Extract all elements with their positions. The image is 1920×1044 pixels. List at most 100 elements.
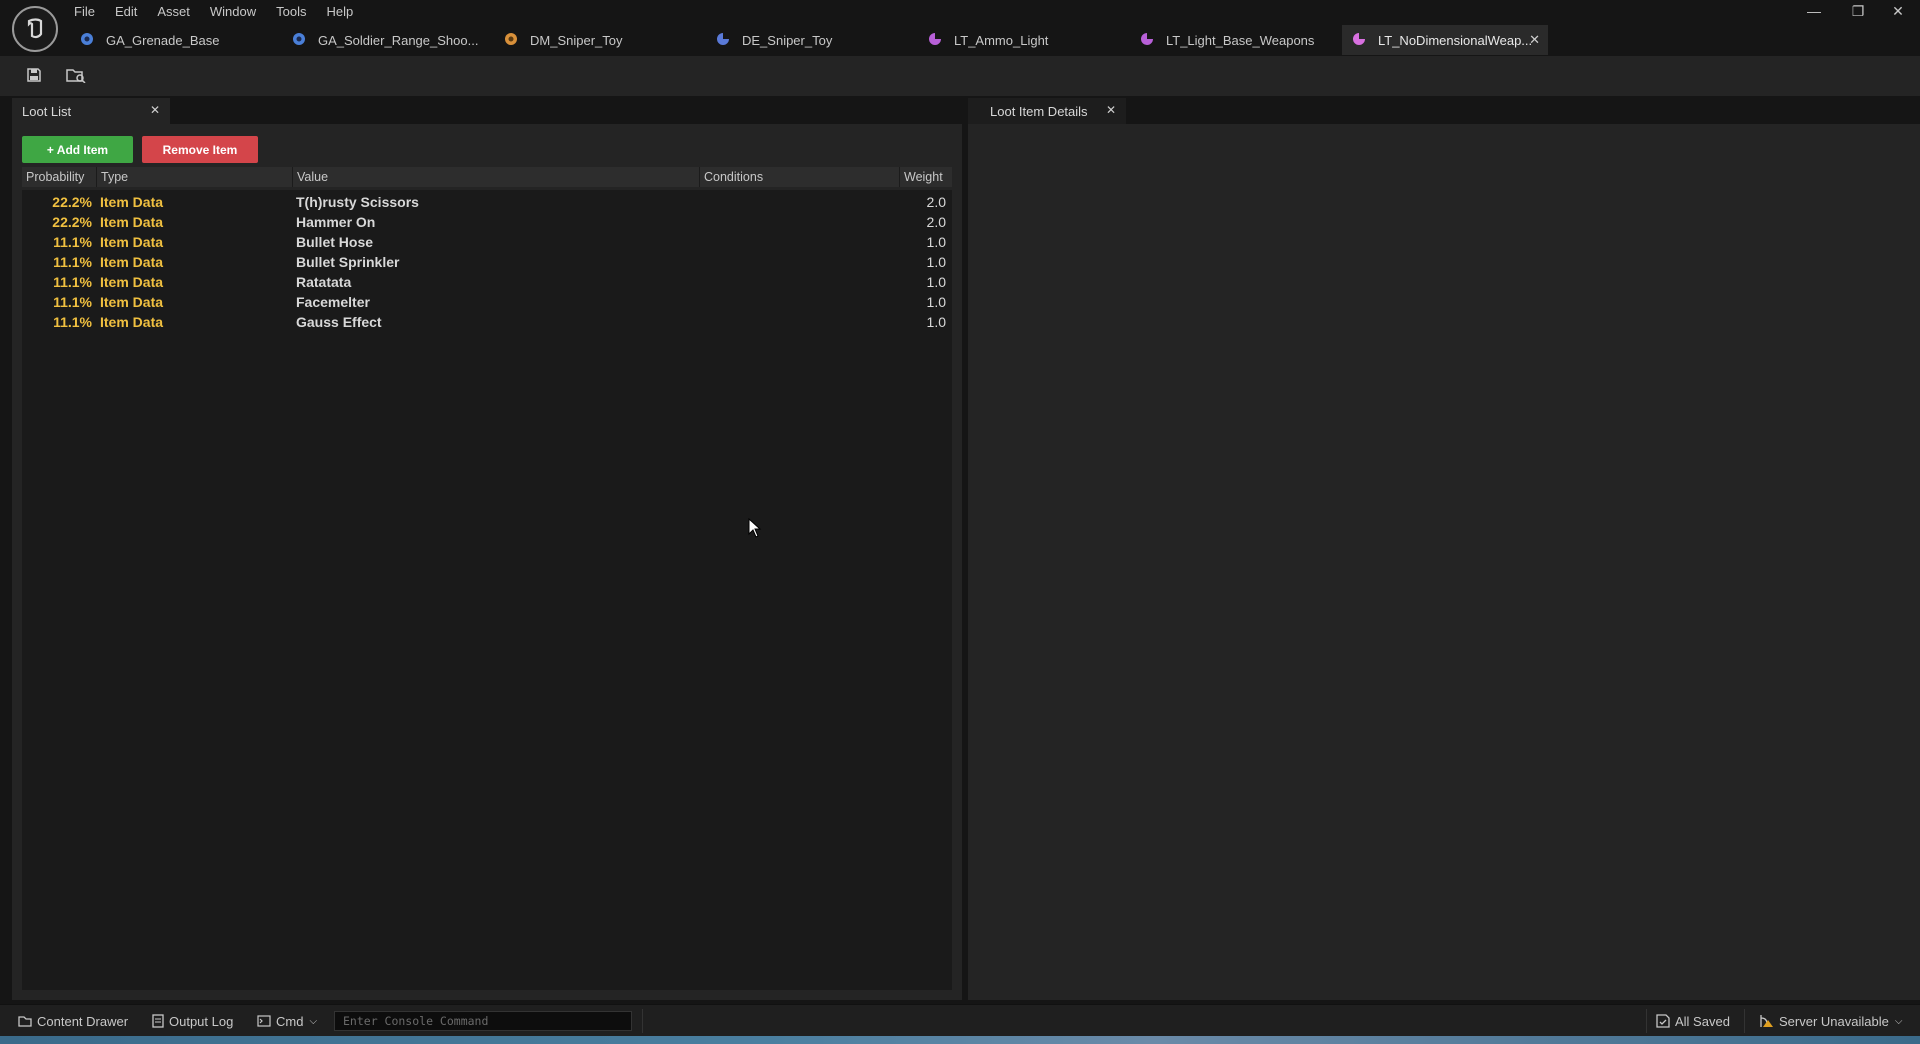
close-window-button[interactable]: ✕ <box>1876 0 1920 22</box>
probability-cell: 11.1% <box>53 254 92 270</box>
value-cell: Facemelter <box>296 294 370 310</box>
weight-cell: 1.0 <box>926 234 946 250</box>
table-row[interactable]: 11.1% Item Data Bullet Hose 1.0 <box>22 232 952 252</box>
menu-file[interactable]: File <box>64 2 105 22</box>
divider <box>1744 1009 1745 1033</box>
asset-tab-lt-nodimensional-weapons[interactable]: LT_NoDimensionalWeap... ✕ <box>1342 25 1548 55</box>
probability-cell: 11.1% <box>53 234 92 250</box>
asset-tab-lt-ammo-light[interactable]: LT_Ammo_Light <box>918 25 1130 55</box>
close-icon: ✕ <box>1892 2 1904 19</box>
data-asset-icon <box>716 32 732 48</box>
save-icon <box>26 67 42 86</box>
column-header-conditions[interactable]: Conditions <box>700 167 900 187</box>
menu-window[interactable]: Window <box>200 2 266 22</box>
divider <box>642 1009 643 1033</box>
output-log-icon <box>152 1014 164 1028</box>
asset-tab-ga-soldier-range-shoot[interactable]: GA_Soldier_Range_Shoo... <box>282 25 494 55</box>
type-cell: Item Data <box>100 314 164 330</box>
value-cell: Ratatata <box>296 274 352 290</box>
loot-item-details-panel <box>968 124 1920 1000</box>
table-row[interactable]: 22.2% Item Data T(h)rusty Scissors 2.0 <box>22 192 952 212</box>
cmd-selector[interactable]: Cmd ⌵ <box>257 1005 317 1037</box>
desktop-background <box>0 1036 1920 1044</box>
column-header-value[interactable]: Value <box>293 167 700 187</box>
column-header-type[interactable]: Type <box>97 167 293 187</box>
probability-cell: 11.1% <box>53 274 92 290</box>
terminal-icon <box>257 1015 271 1027</box>
output-log-button[interactable]: Output Log <box>152 1005 233 1037</box>
server-status-button[interactable]: Server Unavailable ⌵ <box>1758 1005 1902 1037</box>
browse-folder-icon <box>66 67 86 86</box>
menu-edit[interactable]: Edit <box>105 2 147 22</box>
close-tab-icon[interactable]: ✕ <box>1529 32 1540 48</box>
table-row[interactable]: 11.1% Item Data Gauss Effect 1.0 <box>22 312 952 332</box>
table-row[interactable]: 11.1% Item Data Ratatata 1.0 <box>22 272 952 292</box>
minimize-icon: — <box>1807 3 1821 19</box>
content-drawer-button[interactable]: Content Drawer <box>18 1005 128 1037</box>
save-button[interactable] <box>21 64 47 88</box>
asset-tab-ga-grenade-base[interactable]: GA_Grenade_Base <box>70 25 282 55</box>
weight-cell: 1.0 <box>926 294 946 310</box>
probability-cell: 11.1% <box>53 294 92 310</box>
minimize-button[interactable]: — <box>1792 0 1836 22</box>
data-asset-icon <box>504 32 520 48</box>
content-drawer-icon <box>18 1015 32 1027</box>
browse-asset-button[interactable] <box>63 64 89 88</box>
loot-list-tab[interactable]: Loot List ✕ <box>12 98 170 124</box>
all-saved-button[interactable]: All Saved <box>1656 1005 1730 1037</box>
title-bar: File Edit Asset Window Tools Help — ❐ ✕ … <box>0 0 1920 56</box>
value-cell: Bullet Hose <box>296 234 374 250</box>
asset-tab-lt-light-base-weapons[interactable]: LT_Light_Base_Weapons <box>1130 25 1342 55</box>
loot-table-icon <box>1352 32 1368 48</box>
type-cell: Item Data <box>100 254 164 270</box>
status-bar: Content Drawer Output Log Cmd ⌵ All Save… <box>0 1004 1920 1036</box>
close-icon[interactable]: ✕ <box>1106 103 1116 117</box>
weight-cell: 1.0 <box>926 314 946 330</box>
add-item-button[interactable]: + Add Item <box>22 136 133 163</box>
weight-cell: 1.0 <box>926 254 946 270</box>
asset-tab-bar: GA_Grenade_Base GA_Soldier_Range_Shoo...… <box>70 25 1548 55</box>
save-status-icon <box>1656 1014 1670 1028</box>
value-cell: T(h)rusty Scissors <box>296 194 419 210</box>
close-icon[interactable]: ✕ <box>150 103 160 117</box>
value-cell: Bullet Sprinkler <box>296 254 400 270</box>
probability-cell: 22.2% <box>52 194 92 210</box>
chevron-down-icon: ⌵ <box>309 1015 318 1027</box>
type-cell: Item Data <box>100 214 164 230</box>
console-command-input[interactable] <box>334 1011 632 1031</box>
loot-item-details-tab[interactable]: Loot Item Details ✕ <box>968 98 1126 124</box>
probability-cell: 11.1% <box>53 314 92 330</box>
weight-cell: 2.0 <box>926 194 946 210</box>
blueprint-icon <box>80 32 96 48</box>
menu-help[interactable]: Help <box>316 2 363 22</box>
column-header-probability[interactable]: Probability <box>22 167 97 187</box>
weight-cell: 1.0 <box>926 274 946 290</box>
divider <box>1646 1009 1647 1033</box>
loot-table-body: 22.2% Item Data T(h)rusty Scissors 2.0 2… <box>22 192 952 332</box>
weight-cell: 2.0 <box>926 214 946 230</box>
value-cell: Gauss Effect <box>296 314 382 330</box>
menu-tools[interactable]: Tools <box>266 2 316 22</box>
value-cell: Hammer On <box>296 214 376 230</box>
restore-icon: ❐ <box>1851 2 1865 19</box>
type-cell: Item Data <box>100 274 164 290</box>
chevron-down-icon: ⌵ <box>1894 1015 1903 1027</box>
blueprint-icon <box>292 32 308 48</box>
mouse-cursor-icon <box>748 517 762 541</box>
source-control-warning-icon <box>1758 1014 1774 1028</box>
restore-button[interactable]: ❐ <box>1836 0 1880 22</box>
loot-table-icon <box>1140 32 1156 48</box>
remove-item-button[interactable]: Remove Item <box>142 136 258 163</box>
table-row[interactable]: 11.1% Item Data Bullet Sprinkler 1.0 <box>22 252 952 272</box>
asset-tab-dm-sniper-toy[interactable]: DM_Sniper_Toy <box>494 25 706 55</box>
menu-asset[interactable]: Asset <box>147 2 200 22</box>
column-header-weight[interactable]: Weight <box>900 167 952 187</box>
loot-table-header: Probability Type Value Conditions Weight <box>22 167 952 187</box>
unreal-logo-icon[interactable] <box>12 6 58 52</box>
type-cell: Item Data <box>100 194 164 210</box>
table-row[interactable]: 22.2% Item Data Hammer On 2.0 <box>22 212 952 232</box>
type-cell: Item Data <box>100 294 164 310</box>
table-row[interactable]: 11.1% Item Data Facemelter 1.0 <box>22 292 952 312</box>
menu-bar: File Edit Asset Window Tools Help <box>64 2 363 22</box>
asset-tab-de-sniper-toy[interactable]: DE_Sniper_Toy <box>706 25 918 55</box>
